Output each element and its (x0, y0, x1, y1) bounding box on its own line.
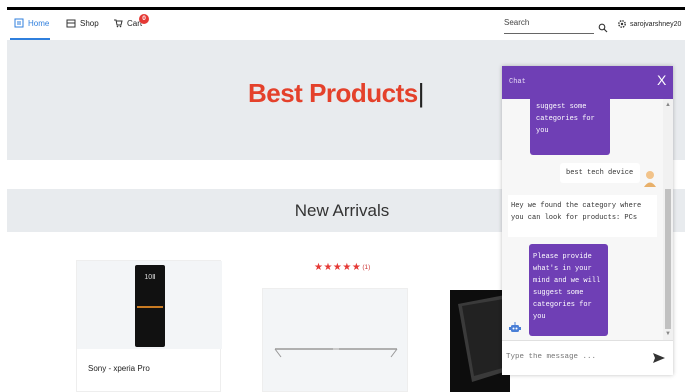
send-icon[interactable] (652, 351, 666, 365)
product-card[interactable]: 10Ⅱ Sony - xperia Pro (76, 260, 222, 392)
search-input[interactable]: Search (504, 16, 594, 34)
bot-avatar-icon (507, 321, 523, 337)
bot-message: Hey we found the category where you can … (508, 195, 657, 237)
nav-cart[interactable]: Cart (113, 18, 142, 28)
product-card[interactable] (262, 288, 408, 392)
bot-message: Please provide what's in your mind and w… (529, 244, 608, 336)
user-gear-icon (617, 19, 627, 29)
user-message: best tech device (560, 163, 640, 183)
nav-shop[interactable]: Shop (66, 18, 99, 28)
nav-home-label: Home (28, 18, 50, 28)
rating-count: (1) (362, 264, 371, 271)
chat-title: Chat (509, 78, 526, 86)
scroll-up-arrow-icon[interactable]: ▲ (665, 102, 671, 108)
search-icon[interactable] (598, 20, 608, 33)
cart-count-badge: 0 (139, 14, 149, 24)
product-card[interactable] (450, 290, 510, 392)
username: sarojvarshney20 (630, 20, 682, 28)
nav-home[interactable]: Home (14, 18, 49, 28)
product-rating: ★★★★★ (1) (314, 262, 370, 273)
user-avatar-icon (643, 169, 657, 187)
scroll-down-arrow-icon[interactable]: ▼ (665, 331, 671, 337)
laptop-image (274, 348, 398, 358)
chat-header: Chat X (502, 66, 673, 99)
cart-icon (113, 18, 123, 28)
bot-message: mind and we will suggest some categories… (530, 99, 610, 155)
navbar: Home Shop Cart 0 Search sarojvarshney20 (0, 10, 685, 40)
rating-stars: ★★★★★ (314, 262, 362, 273)
product-image: 10Ⅱ (77, 261, 222, 349)
home-icon (14, 18, 24, 28)
chat-message-input[interactable] (506, 353, 636, 361)
chat-close-button[interactable]: X (657, 72, 666, 88)
product-name: Sony - xperia Pro (88, 364, 150, 373)
chat-widget: Chat X mind and we will suggest some cat… (502, 66, 673, 375)
tablet-image (458, 294, 510, 382)
phone-image: 10Ⅱ (135, 265, 165, 347)
scroll-thumb[interactable] (665, 189, 671, 329)
chat-messages[interactable]: mind and we will suggest some categories… (502, 99, 663, 340)
user-menu[interactable]: sarojvarshney20 (617, 19, 681, 29)
shop-icon (66, 18, 76, 28)
chat-input-bar (502, 340, 673, 375)
nav-shop-label: Shop (80, 18, 99, 28)
chat-scrollbar[interactable]: ▲ ▼ (663, 99, 673, 340)
